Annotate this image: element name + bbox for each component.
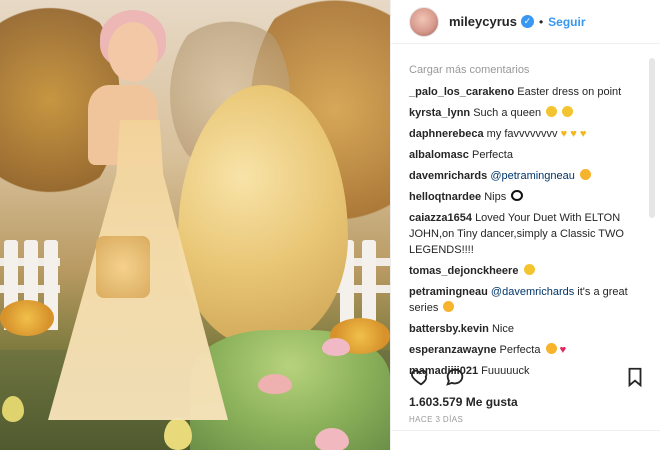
post-sidebar: mileycyrus ✓ • Seguir Cargar más comenta…: [390, 0, 660, 450]
post-header: mileycyrus ✓ • Seguir: [391, 0, 660, 44]
comment-username[interactable]: albalomasc: [409, 149, 469, 161]
smile-emoji-icon: [523, 264, 535, 275]
comment-item: daphnerebeca my favvvvvvvv ♥ ♥ ♥: [409, 126, 647, 142]
comment-mention-link[interactable]: @davemrichards: [491, 286, 574, 298]
small-egg: [315, 428, 349, 450]
comment-mention-link[interactable]: @petramingneau: [490, 170, 575, 182]
comment-username[interactable]: esperanzawayne: [409, 344, 496, 356]
avatar[interactable]: [409, 6, 439, 37]
load-more-comments-button[interactable]: Cargar más comentarios: [409, 64, 647, 76]
heart-eyes-emoji-icon: [579, 169, 591, 180]
comment-input-divider: [391, 430, 660, 431]
comment-text: Perfecta: [471, 149, 513, 161]
like-button[interactable]: [409, 365, 433, 389]
comment-text: Such a queen: [473, 107, 542, 119]
comment-username[interactable]: tomas_dejonckheere: [409, 265, 518, 277]
follow-button[interactable]: Seguir: [548, 15, 585, 29]
comment-text: Nice: [491, 323, 514, 335]
comment-text: Perfecta: [499, 344, 541, 356]
comment-username[interactable]: kyrsta_lynn: [409, 107, 470, 119]
separator-dot: •: [538, 14, 544, 29]
comment-bubble-icon: [446, 368, 464, 386]
save-button[interactable]: [623, 365, 647, 389]
post-actions: [409, 362, 647, 392]
comment-item: _palo_los_carakeno Easter dress on point: [409, 84, 647, 100]
small-egg: [258, 374, 292, 394]
yellow-heart-emoji-icon: ♥: [560, 128, 568, 140]
comment-username[interactable]: battersby.kevin: [409, 323, 489, 335]
comments-list: Cargar más comentarios _palo_los_caraken…: [409, 64, 647, 384]
small-egg: [164, 418, 192, 450]
comment-username[interactable]: daphnerebeca: [409, 128, 484, 140]
comment-username[interactable]: caiazza1654: [409, 212, 472, 224]
comment-text: Easter dress on point: [517, 86, 622, 98]
comment-item: tomas_dejonckheere: [409, 263, 647, 279]
crying-emoji-icon: [546, 106, 558, 117]
comment-button[interactable]: [443, 365, 467, 389]
eyes-emoji-icon: [511, 190, 524, 201]
small-egg: [322, 338, 350, 356]
comment-item: davemrichards @petramingneau: [409, 168, 647, 184]
comment-item: petramingneau @davemrichards it's a grea…: [409, 284, 647, 316]
comment-item: helloqtnardee Nips: [409, 189, 647, 205]
heart-eyes-emoji-icon: [545, 343, 557, 354]
post-timestamp: HACE 3 DÍAS: [409, 415, 464, 424]
comment-username[interactable]: _palo_los_carakeno: [409, 86, 514, 98]
comment-item: caiazza1654 Loved Your Duet With ELTON J…: [409, 210, 647, 258]
heart-outline-icon: [411, 369, 428, 386]
red-heart-emoji-icon: ♥: [559, 344, 567, 356]
bookmark-icon: [628, 367, 642, 388]
comment-text: Nips: [484, 191, 507, 203]
comment-item: battersby.kevin Nice: [409, 321, 647, 337]
check-badge-icon: ✓: [520, 15, 534, 28]
beaded-basket: [96, 236, 150, 298]
crying-emoji-icon: [562, 106, 574, 117]
comment-item: esperanzawayne Perfecta ♥: [409, 342, 647, 358]
post-photo: [0, 0, 390, 450]
username-link[interactable]: mileycyrus: [449, 14, 517, 29]
comment-username[interactable]: davemrichards: [409, 170, 487, 182]
flower-cluster: [0, 300, 54, 336]
yellow-heart-emoji-icon: ♥: [579, 128, 587, 140]
comment-item: kyrsta_lynn Such a queen: [409, 105, 647, 121]
heart-eyes-emoji-icon: [443, 301, 455, 312]
model-face: [108, 22, 158, 82]
comment-username[interactable]: petramingneau: [409, 286, 488, 298]
comment-text: my favvvvvvvv: [486, 128, 558, 140]
yellow-heart-emoji-icon: ♥: [570, 128, 577, 140]
fence-post: [362, 240, 376, 330]
small-egg: [2, 396, 24, 422]
comment-item: albalomasc Perfecta: [409, 147, 647, 163]
likes-count[interactable]: 1.603.579 Me gusta: [409, 395, 518, 409]
comments-scrollbar[interactable]: [649, 58, 655, 218]
comment-username[interactable]: helloqtnardee: [409, 191, 481, 203]
